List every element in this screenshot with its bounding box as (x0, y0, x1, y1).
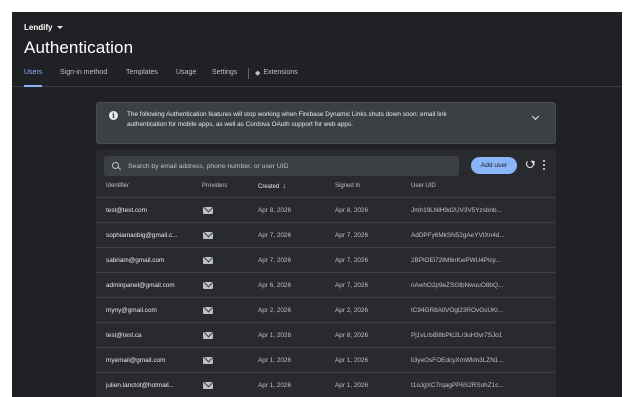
project-selector[interactable]: Lendify (24, 21, 64, 33)
cell-user-uid: Pj1vLrbiB8bPlc2Lr3uH3vr7SJo1 (411, 332, 503, 339)
cell-user-uid: tC94GR8AtlVOgl23ROvGsUKl... (411, 307, 503, 314)
tab-label: Users (24, 69, 43, 76)
tab-label: Templates (126, 69, 158, 76)
cell-created: Apr 1, 2026 (258, 357, 292, 364)
cell-user-uid: Jmh19LNlH9d2UV3V5Yzsbnb... (411, 207, 502, 214)
tab-label: Extensions (263, 69, 298, 76)
refresh-icon[interactable] (526, 160, 534, 168)
page-title: Authentication (24, 38, 134, 57)
cell-created: Apr 1, 2026 (258, 382, 292, 389)
cell-signed-in: Apr 7, 2026 (335, 282, 369, 289)
cell-created: Apr 2, 2026 (258, 307, 292, 314)
users-table: Identifier Providers Created ↓ Signed In … (96, 180, 556, 397)
table-row[interactable]: myny@gmail.com Apr 2, 2026 Apr 2, 2026 tC94… (96, 297, 556, 322)
cell-signed-in: Apr 2, 2026 (335, 307, 369, 314)
firebase-console: Lendify Authentication Users Sign-in met… (12, 12, 622, 397)
cell-identifier: myny@gmail.com (106, 307, 157, 314)
cell-identifier: test@test.com (106, 207, 147, 214)
cell-identifier: myemail@gmail.com (106, 357, 166, 364)
tab-users[interactable]: Users (24, 67, 43, 87)
table-row[interactable]: julien.lanctot@hotmail... Apr 1, 2026 Apr … (96, 372, 556, 397)
table-header: Identifier Providers Created ↓ Signed In … (96, 180, 556, 197)
deprecation-banner: i The following Authentication features … (96, 102, 556, 144)
dropdown-arrow-icon (57, 25, 64, 29)
table-row[interactable]: adminpanel@gmail.com Apr 6, 2026 Apr 7, 20… (96, 272, 556, 297)
extensions-icon: ◆ (255, 70, 261, 77)
cell-signed-in: Apr 1, 2026 (335, 382, 369, 389)
tab-bar: Users Sign-in method Templates Usage Set… (12, 67, 622, 87)
cell-identifier: adminpanel@gmail.com (106, 282, 175, 289)
sort-arrow-icon: ↓ (282, 183, 286, 190)
table-row[interactable]: test@test.ca Apr 1, 2026 Apr 8, 2026 Pj1vLr… (96, 322, 556, 347)
cell-created: Apr 7, 2026 (258, 232, 292, 239)
cell-identifier: test@test.ca (106, 332, 142, 339)
table-row[interactable]: test@test.com Apr 8, 2026 Apr 8, 2026 Jmh19… (96, 197, 556, 222)
cell-user-uid: 2BPlOEi72tM6nKwPWU4Plcy... (411, 257, 501, 264)
info-icon: i (109, 111, 118, 120)
cell-identifier: sabriam@gmail.com (106, 257, 165, 264)
cell-user-uid: nAwhO2p9eZSGtbNwuuO8bQ... (411, 282, 504, 289)
column-header-label: Created (258, 184, 280, 190)
search-input[interactable] (128, 162, 448, 170)
tab-label: Settings (212, 69, 238, 76)
add-user-button[interactable]: Add user (471, 157, 517, 174)
cell-identifier: sophiamacbig@gmail.c... (106, 232, 178, 239)
cell-user-uid: AdDPFy6MkSN52gAeYVtXn4d... (411, 232, 505, 239)
mail-icon (203, 332, 213, 339)
search-bar[interactable] (104, 156, 459, 176)
cell-signed-in: Apr 8, 2026 (335, 332, 369, 339)
column-header-identifier: Identifier (106, 183, 130, 189)
table-row[interactable]: sophiamacbig@gmail.c... Apr 7, 2026 Apr 7,… (96, 222, 556, 247)
mail-icon (203, 257, 213, 264)
tab-settings[interactable]: Settings (212, 67, 237, 87)
project-name: Lendify (24, 22, 53, 32)
cell-created: Apr 7, 2026 (258, 257, 292, 264)
cell-identifier: julien.lanctot@hotmail... (106, 382, 174, 389)
chevron-down-icon[interactable] (531, 112, 540, 121)
tab-divider (248, 68, 249, 79)
tab-usage[interactable]: Usage (176, 67, 196, 87)
table-row[interactable]: myemail@gmail.com Apr 1, 2026 Apr 1, 2026 l… (96, 347, 556, 372)
column-header-created[interactable]: Created ↓ (258, 180, 328, 194)
cell-user-uid: t1oJgXC7rqagPP6S2RSohZ1c... (411, 382, 504, 389)
users-panel: Add user Identifier Providers Created↓ S… (96, 150, 556, 397)
cell-signed-in: Apr 8, 2026 (335, 207, 369, 214)
cell-signed-in: Apr 7, 2026 (335, 232, 369, 239)
mail-icon (203, 307, 213, 314)
cell-created: Apr 8, 2026 (258, 207, 292, 214)
mail-icon (203, 382, 213, 389)
cell-signed-in: Apr 7, 2026 (335, 257, 369, 264)
mail-icon (203, 357, 213, 364)
cell-user-uid: li3yeOsFOEdcyXmWkln3LZN1... (411, 357, 504, 364)
banner-message: The following Authentication features wi… (127, 110, 512, 130)
search-icon (112, 161, 121, 171)
column-header-signed-in: Signed In (335, 183, 361, 189)
column-header-providers: Providers (202, 183, 228, 189)
cell-created: Apr 1, 2026 (258, 332, 292, 339)
mail-icon (203, 232, 213, 239)
tab-label: Sign-in method (60, 69, 108, 76)
tab-label: Usage (176, 69, 197, 76)
tab-templates[interactable]: Templates (126, 67, 158, 87)
tab-sign-in-method[interactable]: Sign-in method (60, 67, 107, 87)
cell-created: Apr 6, 2026 (258, 282, 292, 289)
banner-line-2: authentication for mobile apps, as well … (127, 121, 353, 128)
mail-icon (203, 207, 213, 214)
column-header-user-uid: User UID (411, 183, 436, 189)
banner-line-1: The following Authentication features wi… (127, 111, 447, 118)
more-vert-icon[interactable] (542, 160, 546, 170)
table-row[interactable]: sabriam@gmail.com Apr 7, 2026 Apr 7, 2026 2… (96, 247, 556, 272)
mail-icon (203, 282, 213, 289)
tab-extensions[interactable]: ◆ Extensions (255, 67, 298, 87)
cell-signed-in: Apr 1, 2026 (335, 357, 369, 364)
